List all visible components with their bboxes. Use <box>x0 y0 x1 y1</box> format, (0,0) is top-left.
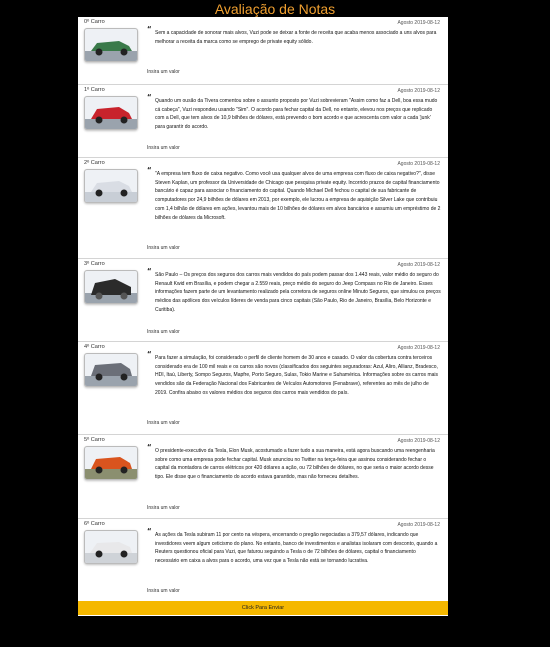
quote-icon: “ <box>147 166 152 174</box>
car-title: 1º Carro <box>84 87 105 93</box>
car-thumbnail <box>84 270 138 304</box>
card-text: Quando um ousão da Tivera comentou sobre… <box>155 98 438 131</box>
car-icon <box>85 181 137 202</box>
car-icon <box>85 542 137 563</box>
car-icon <box>85 457 137 479</box>
card-text: Para fazer a simulação, foi considerado … <box>155 355 438 396</box>
rate-value-link[interactable]: Insira um valor <box>147 505 180 511</box>
submit-button[interactable]: Click Para Enviar <box>78 601 448 615</box>
card-date: Agosto 2019-08-12 <box>397 20 440 26</box>
card-text: São Paulo – Os preços dos seguros dos ca… <box>155 272 441 313</box>
car-thumbnail <box>84 28 138 62</box>
quote-icon: “ <box>147 267 152 275</box>
card-date: Agosto 2019-08-12 <box>397 88 440 94</box>
car-title: 5º Carro <box>84 437 105 443</box>
quote-icon: “ <box>147 25 152 33</box>
card-text: Sem a capacidade de sonorar mais alvos, … <box>155 30 437 45</box>
car-thumbnail <box>84 353 138 387</box>
car-thumbnail <box>84 96 138 130</box>
car-icon <box>85 107 137 129</box>
car-thumbnail <box>84 446 138 480</box>
car-title: 2º Carro <box>84 160 105 166</box>
rate-value-link[interactable]: Insira um valor <box>147 329 180 335</box>
car-card-3: 3º Carro “ Agosto 2019-08-12 São Paulo –… <box>78 259 448 342</box>
card-date: Agosto 2019-08-12 <box>397 161 440 167</box>
car-icon <box>85 279 137 303</box>
car-body <box>91 279 131 295</box>
car-thumbnail <box>84 169 138 203</box>
car-title: 4º Carro <box>84 344 105 350</box>
card-date: Agosto 2019-08-12 <box>397 438 440 444</box>
app-title: Avaliação de Notas <box>214 1 336 17</box>
car-card-6: 6º Carro “ Agosto 2019-08-12 As ações da… <box>78 519 448 601</box>
quote-icon: “ <box>147 350 152 358</box>
car-title: 6º Carro <box>84 521 105 527</box>
rate-value-link[interactable]: Insira um valor <box>147 420 180 426</box>
car-card-4: 4º Carro “ Agosto 2019-08-12 Para fazer … <box>78 342 448 435</box>
rate-value-link[interactable]: Insira um valor <box>147 145 180 151</box>
car-card-2: 2º Carro “ Agosto 2019-08-12 "A empresa … <box>78 158 448 259</box>
car-card-5: 5º Carro “ Agosto 2019-08-12 O president… <box>78 435 448 519</box>
rate-value-link[interactable]: Insira um valor <box>147 588 180 594</box>
card-date: Agosto 2019-08-12 <box>397 262 440 268</box>
car-icon <box>85 363 137 386</box>
rate-value-link[interactable]: Insira um valor <box>147 69 180 75</box>
car-card-0: 0º Carro “ Agosto 2019-08-12 Sem a capac… <box>78 17 448 85</box>
card-date: Agosto 2019-08-12 <box>397 522 440 528</box>
rate-value-link[interactable]: Insira um valor <box>147 245 180 251</box>
car-title: 0º Carro <box>84 19 105 25</box>
card-text: "A empresa tem fluxo de caixa negativo. … <box>155 171 441 221</box>
car-card-1: 1º Carro “ Agosto 2019-08-12 Quando um o… <box>78 85 448 158</box>
quote-icon: “ <box>147 93 152 101</box>
reviews-panel: 0º Carro “ Agosto 2019-08-12 Sem a capac… <box>78 17 448 616</box>
car-icon <box>85 41 137 61</box>
card-text: O presidente-executivo da Tesla, Elon Mu… <box>155 448 435 481</box>
car-title: 3º Carro <box>84 261 105 267</box>
quote-icon: “ <box>147 443 152 451</box>
card-date: Agosto 2019-08-12 <box>397 345 440 351</box>
card-text: As ações da Tesla subiram 11 por cento n… <box>155 532 438 565</box>
quote-icon: “ <box>147 527 152 535</box>
car-thumbnail <box>84 530 138 564</box>
